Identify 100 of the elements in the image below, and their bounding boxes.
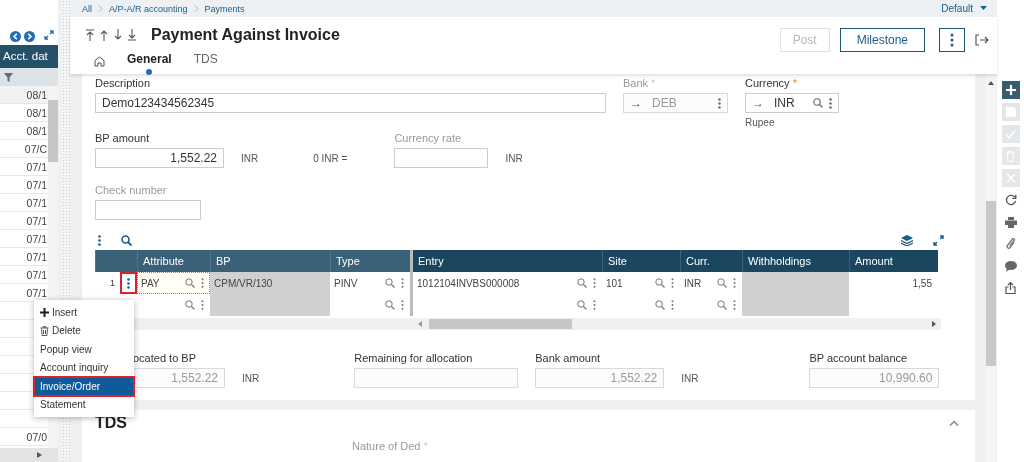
expand-icon[interactable]	[933, 234, 944, 246]
table-cell[interactable]	[742, 294, 849, 316]
tab[interactable]: General	[127, 48, 172, 75]
scrollbar-thumb[interactable]	[48, 100, 58, 162]
cell-value: 1,55	[911, 277, 932, 289]
scrollbar-thumb[interactable]	[429, 319, 572, 329]
check-number-field[interactable]	[95, 200, 201, 220]
currency-field[interactable]: → INR	[745, 93, 839, 113]
date-cell: 07/1	[26, 287, 47, 299]
action-button[interactable]: Milestone	[839, 27, 925, 52]
collapse-icon[interactable]	[949, 420, 959, 426]
search-icon[interactable]	[577, 278, 587, 288]
menu-item[interactable]: Account inquiry	[34, 358, 134, 377]
first-record-icon[interactable]	[85, 29, 95, 41]
scrollbar-thumb[interactable]	[986, 201, 996, 366]
scroll-right-icon[interactable]	[37, 452, 42, 458]
previous-icon[interactable]	[10, 31, 21, 42]
currency-rate-field[interactable]	[394, 148, 489, 168]
more-icon	[950, 32, 954, 47]
expand-icon[interactable]	[44, 30, 54, 40]
table-cell[interactable]	[210, 294, 330, 316]
search-icon[interactable]	[717, 300, 727, 310]
table-cell[interactable]: 101	[602, 272, 680, 294]
down-arrow-icon[interactable]	[113, 29, 123, 41]
date-cell: 08/1	[26, 125, 47, 137]
currency-unit: INR	[505, 152, 523, 164]
scroll-right-icon[interactable]	[932, 321, 936, 327]
field-label: Currency	[745, 77, 790, 90]
more-icon[interactable]	[671, 278, 674, 288]
menu-item[interactable]: Delete	[34, 321, 134, 340]
home-icon[interactable]	[94, 56, 105, 67]
up-arrow-icon[interactable]	[99, 29, 109, 41]
row-menu-button[interactable]	[120, 272, 137, 294]
column-header[interactable]: Amount	[849, 250, 938, 272]
search-icon[interactable]	[185, 278, 195, 288]
more-icon[interactable]	[671, 300, 674, 310]
breadcrumb-link[interactable]: A/P-A/R accounting	[109, 3, 188, 14]
more-icon[interactable]	[829, 97, 832, 109]
breadcrumb-link[interactable]: All	[82, 3, 92, 14]
amount-field[interactable]: 1,552.22	[95, 148, 224, 168]
column-header[interactable]: Entry	[410, 250, 602, 272]
more-icon[interactable]	[201, 300, 204, 310]
column-header[interactable]: Attribute	[137, 250, 210, 272]
menu-item[interactable]: Invoice/Order	[34, 377, 134, 396]
column-header[interactable]: Acct. dat	[0, 45, 58, 68]
table-cell[interactable]: 1,55	[849, 272, 938, 294]
date-cell: 07/1	[26, 161, 47, 173]
last-record-icon[interactable]	[127, 29, 137, 41]
search-icon[interactable]	[121, 234, 132, 246]
next-icon[interactable]	[24, 31, 35, 42]
menu-item[interactable]: Popup view	[34, 340, 134, 359]
plus-icon[interactable]	[1001, 81, 1020, 99]
logout-icon[interactable]	[975, 33, 989, 46]
description-field[interactable]: Demo123434562345	[95, 93, 606, 113]
filter-icon[interactable]	[4, 72, 13, 82]
scroll-left-icon[interactable]	[418, 321, 422, 327]
search-icon[interactable]	[813, 98, 823, 108]
more-icon[interactable]	[201, 278, 204, 288]
cell-value: PAY	[141, 277, 161, 289]
more-icon[interactable]	[401, 300, 404, 310]
scroll-up-icon[interactable]	[988, 81, 994, 85]
table-cell[interactable]: PINV	[330, 272, 410, 294]
link-arrow[interactable]: →	[752, 94, 764, 112]
search-icon[interactable]	[655, 278, 665, 288]
menu-item[interactable]: Statement	[34, 395, 134, 414]
search-icon[interactable]	[577, 300, 587, 310]
column-header[interactable]: Curr.	[680, 250, 742, 272]
more-icon[interactable]	[718, 97, 721, 109]
currency-unit: INR	[681, 372, 699, 384]
more-icon[interactable]	[593, 300, 596, 310]
tab[interactable]: TDS	[193, 48, 218, 75]
more-icon[interactable]	[733, 278, 736, 288]
column-header[interactable]: Site	[602, 250, 680, 272]
cell-value: PINV	[334, 277, 359, 289]
field-label: ocated to BP	[133, 352, 197, 365]
more-icon[interactable]	[733, 300, 736, 310]
table-cell[interactable]: INR	[680, 272, 742, 294]
search-icon[interactable]	[385, 278, 395, 288]
date-cell: 07/1	[26, 251, 47, 263]
more-icon[interactable]	[401, 278, 404, 288]
search-icon[interactable]	[385, 300, 395, 310]
more-icon	[127, 277, 130, 289]
profile-dropdown[interactable]: Default	[941, 3, 987, 14]
date-cell: 08/1	[26, 107, 47, 119]
date-cell: 08/1	[26, 89, 47, 101]
table-cell[interactable]: PAY	[137, 272, 210, 294]
more-icon[interactable]	[98, 234, 101, 246]
more-icon[interactable]	[593, 278, 596, 288]
search-icon[interactable]	[655, 300, 665, 310]
column-header[interactable]: Type	[330, 250, 410, 272]
breadcrumb-link[interactable]: Payments	[204, 3, 245, 14]
search-icon[interactable]	[185, 300, 195, 310]
required-mark: *	[792, 77, 797, 90]
menu-item[interactable]: Insert	[34, 303, 134, 322]
rate-prefix: 0 INR =	[313, 152, 348, 164]
layers-icon[interactable]	[901, 234, 913, 246]
field-label: Remaining for allocation	[354, 352, 474, 365]
more-button[interactable]	[939, 27, 965, 52]
date-cell: 07/1	[26, 179, 47, 191]
search-icon[interactable]	[717, 278, 727, 288]
